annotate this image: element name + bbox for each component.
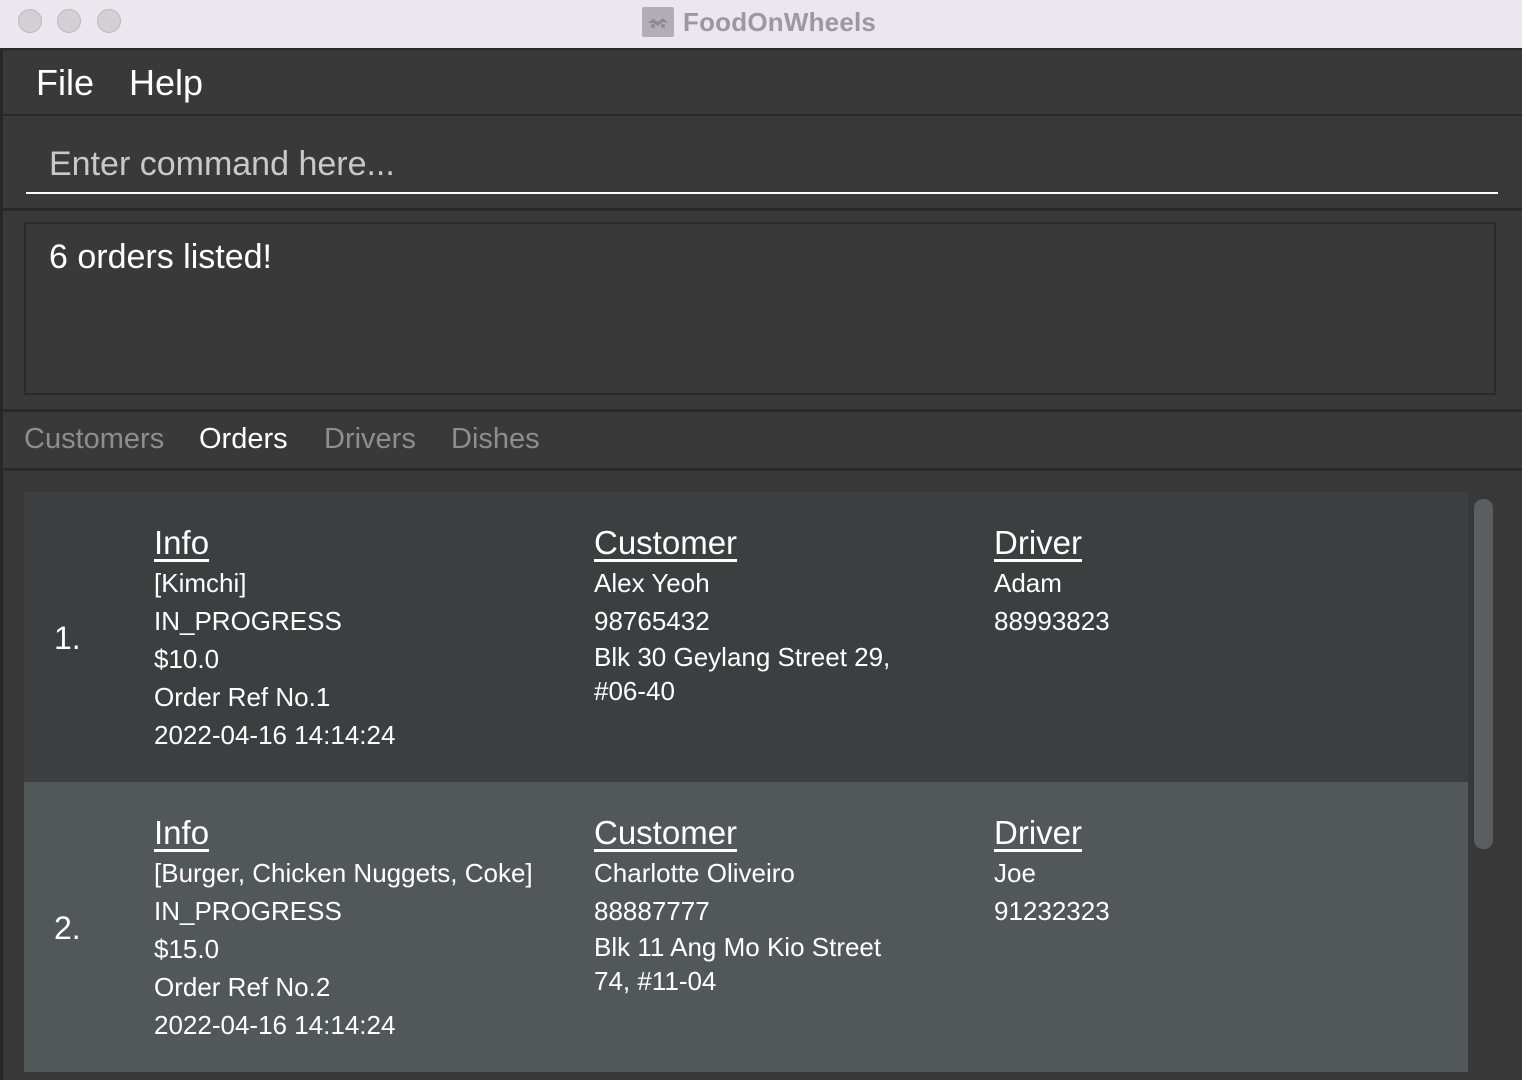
order-list: 1. Info [Kimchi] IN_PROGRESS $10.0 Order… <box>3 471 1522 1080</box>
order-dishes: [Kimchi] <box>154 568 247 598</box>
order-customer-column: Customer Charlotte Oliveiro 88887777 Blk… <box>594 814 914 998</box>
customer-header: Customer <box>594 814 738 851</box>
app-window: FoodOnWheels File Help 6 orders listed! … <box>0 0 1522 1080</box>
order-ref: Order Ref No.2 <box>154 972 331 1002</box>
order-index: 1. <box>54 620 81 656</box>
order-info-column: Info [Kimchi] IN_PROGRESS $10.0 Order Re… <box>154 524 395 754</box>
result-display: 6 orders listed! <box>24 222 1496 395</box>
tab-bar: Customers Orders Drivers Dishes <box>3 412 1522 471</box>
customer-address: Blk 30 Geylang Street 29, #06-40 <box>594 642 891 706</box>
tab-dishes[interactable]: Dishes <box>451 423 540 456</box>
scrollbar-thumb[interactable] <box>1474 499 1493 849</box>
order-dishes: [Burger, Chicken Nuggets, Coke] <box>154 858 533 888</box>
order-price: $15.0 <box>154 934 220 964</box>
order-driver-column: Driver Joe 91232323 <box>994 814 1110 930</box>
order-customer-column: Customer Alex Yeoh 98765432 Blk 30 Geyla… <box>594 524 914 708</box>
order-card[interactable]: 2. Info [Burger, Chicken Nuggets, Coke] … <box>24 782 1468 1072</box>
title-bar: FoodOnWheels <box>0 0 1522 50</box>
customer-header: Customer <box>594 524 738 561</box>
zoom-window-button[interactable] <box>97 9 121 33</box>
driver-header: Driver <box>994 814 1082 851</box>
driver-name: Adam <box>994 568 1062 598</box>
order-price: $10.0 <box>154 644 220 674</box>
driver-header: Driver <box>994 524 1082 561</box>
order-datetime: 2022-04-16 14:14:24 <box>154 720 396 750</box>
customer-name: Charlotte Oliveiro <box>594 858 795 888</box>
info-header: Info <box>154 814 210 851</box>
customer-phone: 88887777 <box>594 896 710 926</box>
customer-phone: 98765432 <box>594 606 710 636</box>
order-card[interactable]: 1. Info [Kimchi] IN_PROGRESS $10.0 Order… <box>24 492 1468 782</box>
command-input[interactable] <box>26 136 1498 194</box>
menu-help[interactable]: Help <box>129 62 203 104</box>
menu-bar: File Help <box>3 50 1522 116</box>
result-display-panel: 6 orders listed! <box>3 211 1522 412</box>
customer-name: Alex Yeoh <box>594 568 710 598</box>
result-message: 6 orders listed! <box>49 238 272 276</box>
order-datetime: 2022-04-16 14:14:24 <box>154 1010 396 1040</box>
order-index: 2. <box>54 910 81 946</box>
order-info-column: Info [Burger, Chicken Nuggets, Coke] IN_… <box>154 814 533 1044</box>
order-status: IN_PROGRESS <box>154 606 342 636</box>
tab-drivers[interactable]: Drivers <box>324 423 416 456</box>
order-driver-column: Driver Adam 88993823 <box>994 524 1110 640</box>
order-status: IN_PROGRESS <box>154 896 342 926</box>
app-logo-icon <box>642 7 674 37</box>
driver-phone: 88993823 <box>994 606 1110 636</box>
tab-orders[interactable]: Orders <box>199 423 288 456</box>
minimize-window-button[interactable] <box>57 9 81 33</box>
window-title: FoodOnWheels <box>683 6 877 37</box>
tab-customers[interactable]: Customers <box>24 423 164 456</box>
customer-address: Blk 11 Ang Mo Kio Street 74, #11-04 <box>594 932 882 996</box>
driver-name: Joe <box>994 858 1036 888</box>
order-ref: Order Ref No.1 <box>154 682 331 712</box>
command-box-panel <box>3 116 1522 211</box>
window-title-group: FoodOnWheels <box>642 6 876 38</box>
menu-file[interactable]: File <box>36 62 94 104</box>
list-scrollbar[interactable] <box>1470 493 1498 1080</box>
info-header: Info <box>154 524 210 561</box>
close-window-button[interactable] <box>18 9 42 33</box>
driver-phone: 91232323 <box>994 896 1110 926</box>
